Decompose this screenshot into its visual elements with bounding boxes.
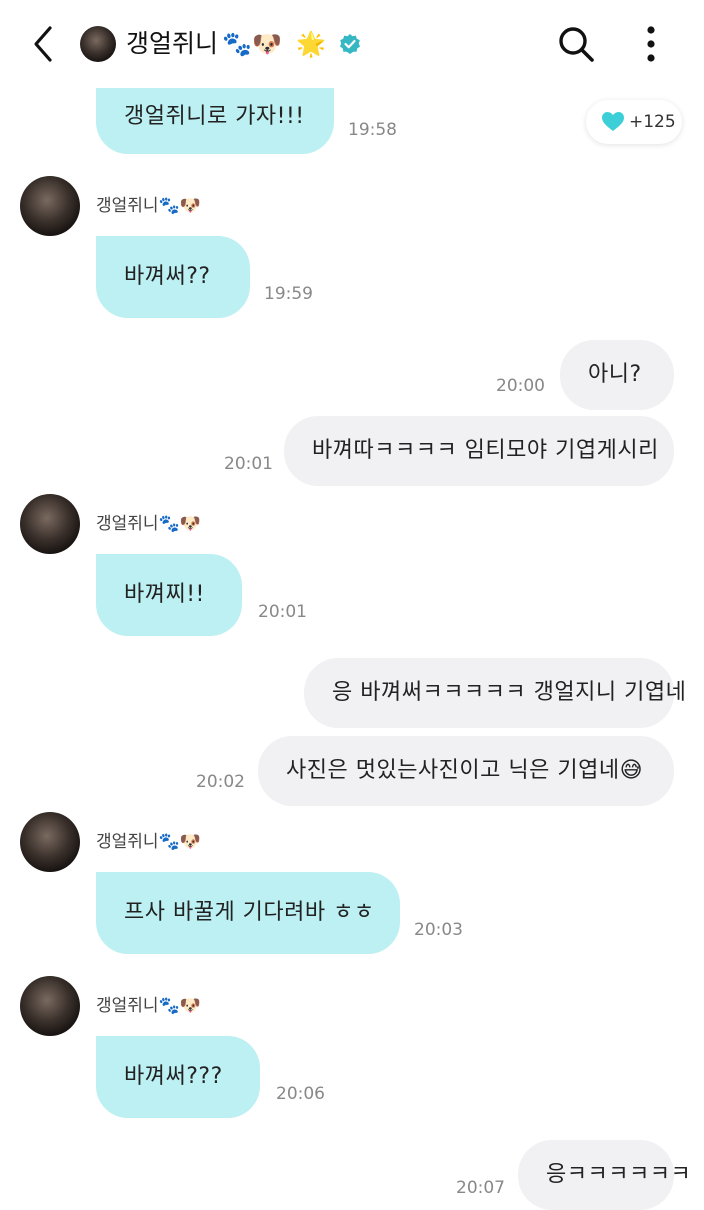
message-text: 바껴따ㅋㅋㅋㅋ 임티모야 기엽게시리 — [312, 438, 659, 463]
message-text: 바껴써?? — [124, 264, 211, 289]
like-count: +125 — [629, 112, 676, 132]
paw-emoji: 🐾 — [222, 30, 252, 58]
message-text: 바껴써??? — [124, 1064, 223, 1089]
message-text: 응ㅋㅋㅋㅋㅋㅋ — [546, 1162, 692, 1187]
sender-avatar[interactable] — [20, 812, 80, 872]
message-text: 사진은 멋있는사진이고 닉은 기엽네😅 — [286, 758, 644, 783]
message-time: 20:01 — [258, 602, 307, 622]
message-time: 19:58 — [348, 120, 397, 140]
message-bubble-incoming[interactable]: 바껴써??? — [96, 1036, 260, 1118]
back-arrow-icon[interactable] — [26, 22, 62, 66]
sender-name: 갱얼쥐니🐾🐶 — [96, 996, 201, 1016]
star-emoji: 🌟 — [296, 30, 326, 58]
sender-name: 갱얼쥐니🐾🐶 — [96, 196, 201, 216]
sender-avatar[interactable] — [20, 176, 80, 236]
chat-header: 갱얼쥐니 🐾 🐶 🌟 — [0, 0, 704, 88]
message-bubble-outgoing[interactable]: 사진은 멋있는사진이고 닉은 기엽네😅 — [258, 736, 674, 806]
like-counter-button[interactable]: +125 — [586, 100, 682, 144]
sender-avatar[interactable] — [20, 976, 80, 1036]
message-time: 20:07 — [456, 1178, 505, 1198]
message-bubble-outgoing[interactable]: 응 바껴써ㅋㅋㅋㅋㅋ 갱얼지니 기엽네 — [304, 658, 686, 728]
message-time: 20:01 — [224, 454, 273, 474]
message-time: 20:02 — [196, 772, 245, 792]
message-text: 응 바껴써ㅋㅋㅋㅋㅋ 갱얼지니 기엽네 — [332, 680, 687, 705]
heart-icon — [602, 112, 624, 131]
puppy-emoji: 🐶 — [252, 30, 282, 58]
message-bubble-outgoing[interactable]: 바껴따ㅋㅋㅋㅋ 임티모야 기엽게시리 — [284, 416, 674, 486]
sender-name: 갱얼쥐니🐾🐶 — [96, 832, 201, 852]
message-bubble-incoming[interactable]: 프사 바꿀게 기다려바 ㅎㅎ — [96, 872, 400, 954]
message-time: 20:03 — [414, 920, 463, 940]
chat-title: 갱얼쥐니 — [126, 29, 219, 58]
message-time: 20:00 — [496, 376, 545, 396]
sender-name: 갱얼쥐니🐾🐶 — [96, 514, 201, 534]
message-time: 19:59 — [264, 284, 313, 304]
sender-avatar[interactable] — [20, 494, 80, 554]
message-time: 20:06 — [276, 1084, 325, 1104]
message-text: 갱얼쥐니로 가자!!! — [124, 104, 305, 129]
message-text: 프사 바꿀게 기다려바 ㅎㅎ — [124, 900, 375, 925]
message-bubble-incoming[interactable]: 바껴써?? — [96, 236, 250, 318]
message-text: 바껴찌!! — [124, 582, 205, 607]
verified-badge-icon — [340, 34, 360, 54]
more-options-icon[interactable] — [638, 24, 664, 64]
message-bubble-incoming[interactable]: 바껴찌!! — [96, 554, 242, 636]
header-avatar[interactable] — [80, 26, 116, 62]
message-bubble-outgoing[interactable]: 아니? — [560, 340, 674, 410]
search-icon[interactable] — [556, 24, 596, 64]
message-bubble-incoming[interactable]: 갱얼쥐니로 가자!!! — [96, 80, 334, 154]
message-text: 아니? — [588, 362, 642, 387]
